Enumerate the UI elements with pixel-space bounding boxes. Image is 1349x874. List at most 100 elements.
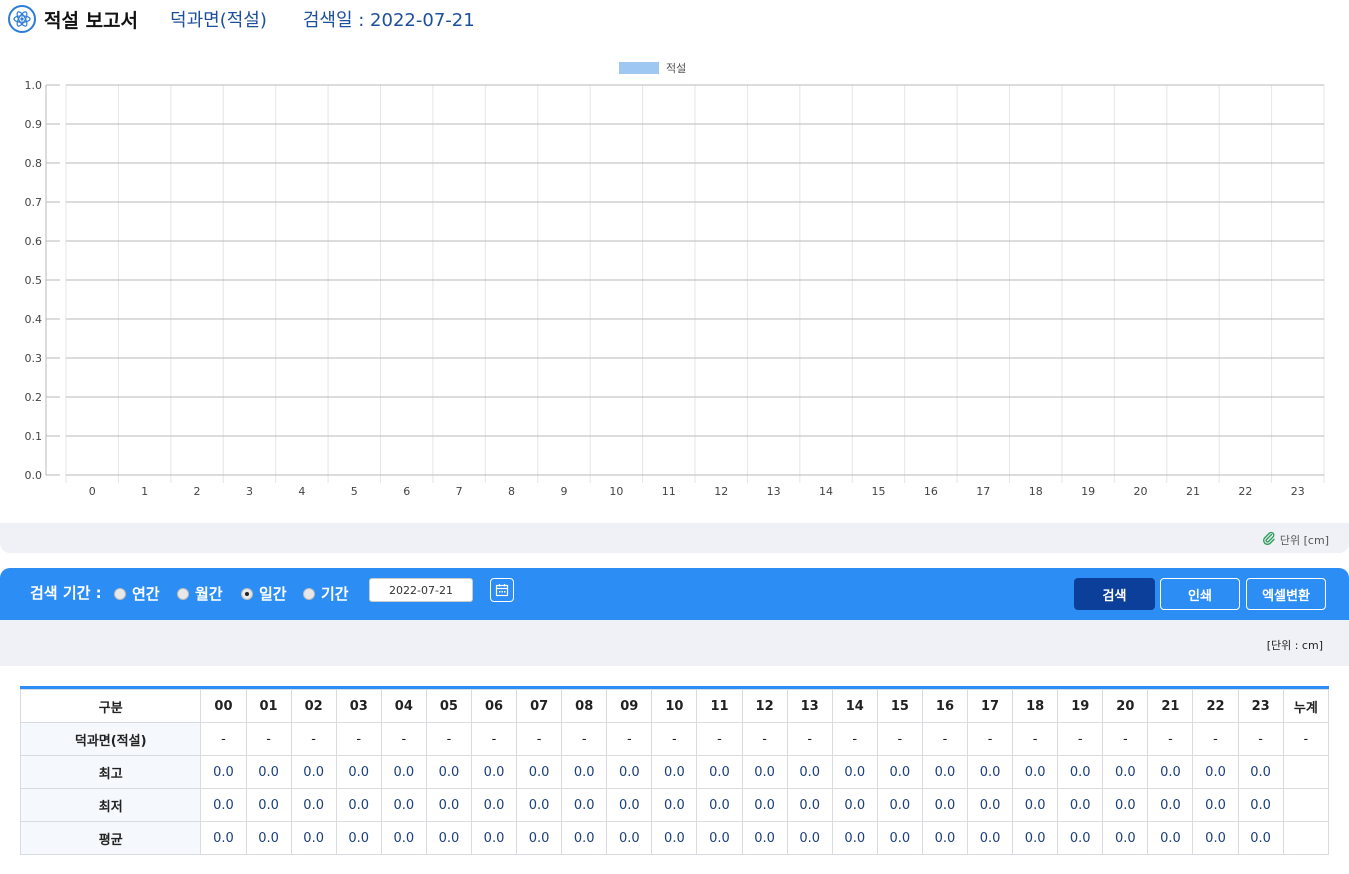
table-cell: 0.0 — [1237, 788, 1284, 822]
table-cell: 0.0 — [1012, 755, 1059, 789]
hour-header: 04 — [380, 689, 427, 723]
table-cell: 0.0 — [1147, 821, 1194, 855]
table-cell: 0.0 — [831, 755, 878, 789]
hour-header: 22 — [1192, 689, 1239, 723]
table-cell: 0.0 — [335, 788, 382, 822]
radio-dot[interactable] — [241, 587, 253, 600]
table-cell: 0.0 — [876, 755, 923, 789]
hour-header: 01 — [245, 689, 292, 723]
hour-header: 18 — [1012, 689, 1059, 723]
table-cell: 0.0 — [290, 788, 337, 822]
total-cell: - — [1282, 722, 1330, 756]
table-cell: 0.0 — [786, 821, 833, 855]
table-cell: - — [245, 722, 292, 756]
x-tick-label: 12 — [714, 485, 728, 498]
row-header: 덕과면(적설) — [19, 722, 202, 756]
table-cell: - — [1012, 722, 1059, 756]
table-cell: - — [1237, 722, 1284, 756]
y-tick-label: 0.3 — [25, 352, 43, 365]
table-cell: 0.0 — [876, 788, 923, 822]
table-cell: 0.0 — [425, 755, 472, 789]
table-cell: - — [561, 722, 608, 756]
table-cell: 0.0 — [1102, 755, 1149, 789]
table-cell: 0.0 — [335, 821, 382, 855]
radio-monthly[interactable]: 월간 — [177, 583, 223, 604]
table-cell: 0.0 — [651, 755, 698, 789]
table-cell: 0.0 — [831, 788, 878, 822]
search-button[interactable]: 검색 — [1074, 578, 1155, 610]
table-cell: 0.0 — [335, 755, 382, 789]
table-cell: 0.0 — [1102, 821, 1149, 855]
radio-daily[interactable]: 일간 — [241, 583, 287, 604]
radio-period[interactable]: 기간 — [303, 583, 349, 604]
hour-header: 14 — [831, 689, 878, 723]
table-cell: - — [606, 722, 653, 756]
hour-header: 12 — [741, 689, 788, 723]
radio-yearly[interactable]: 연간 — [114, 583, 160, 604]
radio-label: 월간 — [195, 585, 223, 603]
table-cell: 0.0 — [516, 821, 563, 855]
table-cell: 0.0 — [516, 788, 563, 822]
table-cell: 0.0 — [1012, 788, 1059, 822]
table-cell: 0.0 — [1237, 821, 1284, 855]
y-tick-label: 0.9 — [25, 118, 43, 131]
legend-label: 적설 — [666, 62, 686, 75]
table-cell: 0.0 — [290, 755, 337, 789]
data-table: 구분 00 01 02 03 04 05 06 07 08 09 10 11 12 13 14 15 16 17 18… — [19, 689, 1330, 855]
calendar-icon[interactable] — [490, 578, 514, 602]
page-header: 적설 보고서 덕과면(적설) 검색일 : 2022-07-21 — [8, 4, 475, 34]
table-cell: 0.0 — [741, 821, 788, 855]
data-table-wrap: 구분 00 01 02 03 04 05 06 07 08 09 10 11 12 13 14 15 16 17 18… — [19, 686, 1330, 855]
table-cell: 0.0 — [470, 755, 518, 789]
x-tick-label: 19 — [1081, 485, 1095, 498]
table-cell: 0.0 — [1057, 755, 1104, 789]
radio-dot[interactable] — [177, 587, 189, 600]
x-tick-label: 0 — [89, 485, 96, 498]
table-header-row: 구분 00 01 02 03 04 05 06 07 08 09 10 11 12 13 14 15 16 17 18… — [19, 689, 1330, 723]
table-cell: 0.0 — [606, 821, 653, 855]
x-tick-label: 3 — [246, 485, 253, 498]
x-tick-label: 8 — [508, 485, 515, 498]
table-cell: 0.0 — [470, 788, 518, 822]
table-cell: 0.0 — [561, 788, 608, 822]
table-cell: - — [696, 722, 743, 756]
x-tick-label: 6 — [403, 485, 410, 498]
x-tick-label: 14 — [819, 485, 833, 498]
excel-export-button[interactable]: 엑셀변환 — [1246, 578, 1326, 610]
table-cell: - — [966, 722, 1014, 756]
x-tick-label: 7 — [456, 485, 463, 498]
total-cell — [1282, 821, 1330, 855]
x-tick-label: 5 — [351, 485, 358, 498]
atom-icon — [8, 5, 36, 33]
hour-header: 23 — [1237, 689, 1284, 723]
table-cell: 0.0 — [696, 821, 743, 855]
radio-dot[interactable] — [114, 587, 126, 600]
table-row: 평균 0.0 0.0 0.0 0.0 0.0 0.0 0.0 0.0 0.0 0.0 0.0 0.0 0.… — [19, 821, 1330, 855]
table-cell: 0.0 — [1057, 788, 1104, 822]
table-cell: 0.0 — [741, 788, 788, 822]
hour-header: 16 — [921, 689, 969, 723]
hour-header: 10 — [651, 689, 698, 723]
chart-footer: 단위 [cm] — [0, 523, 1349, 553]
x-tick-label: 1 — [141, 485, 148, 498]
table-cell: 0.0 — [200, 755, 247, 789]
radio-label: 일간 — [259, 585, 287, 603]
table-cell: 0.0 — [380, 755, 427, 789]
hour-header: 06 — [470, 689, 518, 723]
date-input[interactable] — [369, 578, 473, 602]
hour-header: 00 — [200, 689, 247, 723]
table-cell: 0.0 — [1102, 788, 1149, 822]
radio-dot[interactable] — [303, 587, 315, 600]
hour-header: 19 — [1057, 689, 1104, 723]
table-cell: 0.0 — [1192, 821, 1239, 855]
print-button[interactable]: 인쇄 — [1160, 578, 1240, 610]
snow-chart: 0.00.10.20.30.40.50.60.70.80.91.00 1 2 3 4 5 6… — [25, 62, 1325, 498]
table-cell: 0.0 — [1237, 755, 1284, 789]
total-header: 누계 — [1282, 689, 1330, 723]
table-cell: - — [1102, 722, 1149, 756]
x-tick-label: 15 — [871, 485, 885, 498]
table-cell: 0.0 — [425, 821, 472, 855]
search-period-label: 검색 기간 : — [30, 584, 102, 602]
x-tick-label: 13 — [767, 485, 781, 498]
table-cell: 0.0 — [200, 821, 247, 855]
